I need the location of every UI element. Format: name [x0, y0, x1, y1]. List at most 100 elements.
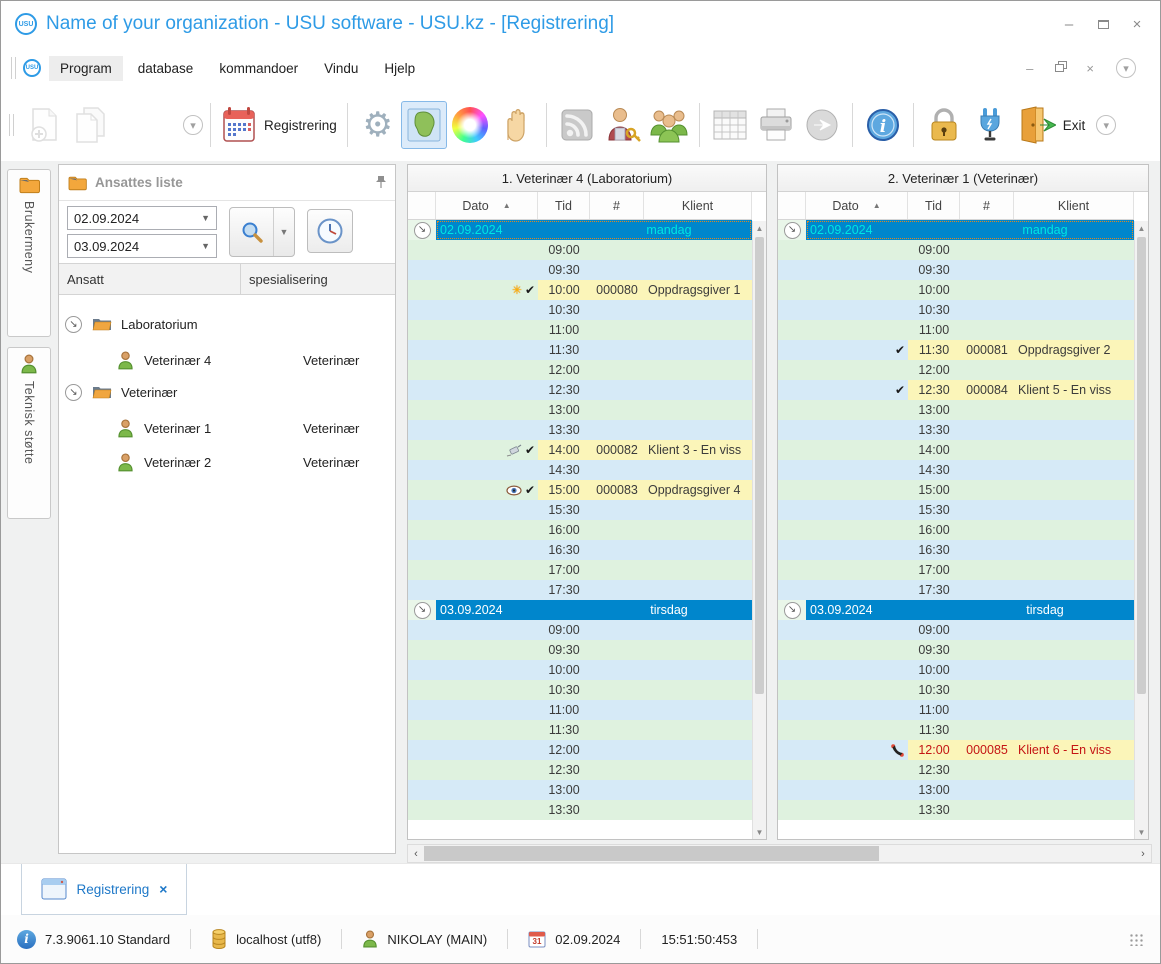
expand-icon[interactable]: ↘ — [783, 601, 801, 619]
schedule-slot-row[interactable]: 10:00 — [408, 660, 752, 680]
search-button[interactable] — [230, 208, 274, 256]
date-row[interactable]: ↘ 03.09.2024 tirsdag — [778, 600, 1134, 620]
schedule-slot-row[interactable]: 15:30 — [408, 500, 752, 520]
schedule-slot-row[interactable]: 10:00 — [778, 280, 1134, 300]
schedule-slot-row[interactable]: 09:30 — [408, 640, 752, 660]
schedule-slot-row[interactable]: 12:00 — [778, 360, 1134, 380]
pin-icon[interactable] — [375, 175, 387, 190]
user-access-button[interactable] — [600, 101, 646, 149]
map-view-button[interactable] — [400, 101, 447, 149]
toolbar-overflow-left-button[interactable]: ▾ — [183, 115, 203, 135]
scrollbar-thumb[interactable] — [424, 846, 880, 861]
schedule-slot-row[interactable]: 16:00 — [778, 520, 1134, 540]
registrering-button[interactable]: Registrering — [218, 101, 340, 149]
column-ansatt[interactable]: Ansatt — [59, 264, 241, 294]
sidetab-teknisk-stotte[interactable]: Teknisk støtte — [7, 347, 51, 519]
column-number[interactable]: # — [960, 192, 1014, 219]
scrollbar-thumb[interactable] — [755, 237, 764, 695]
schedule-time-button[interactable] — [307, 209, 353, 253]
schedule-slot-row[interactable]: 12:00 000085 Klient 6 - En viss — [778, 740, 1134, 760]
schedule-slot-row[interactable]: 16:00 — [408, 520, 752, 540]
sidetab-brukermeny[interactable]: Brukermeny — [7, 169, 51, 337]
date-row[interactable]: ↘ 02.09.2024 mandag — [778, 220, 1134, 240]
print-button[interactable] — [753, 101, 799, 149]
copy-document-button[interactable] — [67, 101, 113, 149]
schedule-slot-row[interactable]: 13:30 — [778, 800, 1134, 820]
schedule-slot-row[interactable]: 12:30 — [408, 760, 752, 780]
group-button[interactable] — [646, 101, 692, 149]
scroll-right-icon[interactable]: › — [1135, 848, 1151, 860]
column-spesialisering[interactable]: spesialisering — [241, 264, 395, 294]
schedule-slot-row[interactable]: ✔ 14:00 000082 Klient 3 - En viss — [408, 440, 752, 460]
scroll-down-icon[interactable]: ▼ — [753, 825, 766, 839]
schedule-slot-row[interactable]: 10:30 — [408, 680, 752, 700]
exit-button[interactable]: Exit — [1013, 101, 1089, 149]
lock-button[interactable] — [921, 101, 967, 149]
column-number[interactable]: # — [590, 192, 644, 219]
menu-program[interactable]: Program — [49, 55, 123, 81]
schedule-slot-row[interactable]: ✔ 12:30 000084 Klient 5 - En viss — [778, 380, 1134, 400]
schedule-slot-row[interactable]: 14:30 — [408, 460, 752, 480]
search-options-button[interactable]: ▼ — [274, 208, 294, 256]
schedule-slot-row[interactable]: 09:30 — [778, 260, 1134, 280]
tree-group[interactable]: ↘ Laboratorium — [65, 309, 391, 339]
schedule-slot-row[interactable]: 11:30 — [778, 720, 1134, 740]
schedule-slot-row[interactable]: 16:30 — [408, 540, 752, 560]
schedule-slot-row[interactable]: 09:00 — [408, 240, 752, 260]
schedule-slot-row[interactable]: 17:00 — [778, 560, 1134, 580]
column-tid[interactable]: Tid — [908, 192, 960, 219]
tree-employee[interactable]: Veterinær 2 Veterinær — [65, 445, 391, 479]
expand-icon[interactable]: ↘ — [413, 221, 431, 239]
menu-hjelp[interactable]: Hjelp — [373, 56, 426, 81]
settings-button[interactable]: ⚙ — [355, 101, 401, 149]
schedule-slot-row[interactable]: 13:30 — [778, 420, 1134, 440]
schedule-slot-row[interactable]: 11:00 — [778, 320, 1134, 340]
table-view-button[interactable] — [707, 101, 753, 149]
schedule-slot-row[interactable]: ✔ 11:30 000081 Oppdragsgiver 2 — [778, 340, 1134, 360]
menu-kommandoer[interactable]: kommandoer — [208, 56, 309, 81]
mdi-minimize-button[interactable]: – — [1026, 61, 1033, 76]
schedule-slot-row[interactable]: 15:30 — [778, 500, 1134, 520]
schedule-slot-row[interactable]: 13:00 — [408, 400, 752, 420]
mdi-close-button[interactable]: × — [1086, 61, 1094, 76]
resize-grip[interactable] — [1128, 932, 1144, 946]
schedule-slot-row[interactable]: 15:00 — [778, 480, 1134, 500]
go-button[interactable] — [799, 101, 845, 149]
schedule-slot-row[interactable]: 14:00 — [778, 440, 1134, 460]
schedule-slot-row[interactable]: 13:00 — [778, 780, 1134, 800]
schedule-slot-row[interactable]: 10:30 — [778, 300, 1134, 320]
date-to-select[interactable]: 03.09.2024 ▼ — [67, 234, 217, 258]
schedule-slot-row[interactable]: 11:00 — [778, 700, 1134, 720]
new-document-button[interactable] — [21, 101, 67, 149]
mdi-restore-button[interactable] — [1055, 64, 1065, 72]
column-dato[interactable]: Dato ▲ — [436, 192, 538, 219]
menu-database[interactable]: database — [127, 56, 205, 81]
menu-overflow-button[interactable]: ▾ — [1116, 58, 1136, 78]
schedule-slot-row[interactable]: ✔ 15:00 000083 Oppdragsgiver 4 — [408, 480, 752, 500]
toolbar-overflow-right-button[interactable]: ▾ — [1096, 115, 1117, 135]
tree-group[interactable]: ↘ Veterinær — [65, 377, 391, 407]
schedule-slot-row[interactable]: 11:00 — [408, 320, 752, 340]
scroll-up-icon[interactable]: ▲ — [1135, 221, 1148, 235]
disconnect-button[interactable] — [967, 101, 1013, 149]
schedule-slot-row[interactable]: 12:00 — [408, 740, 752, 760]
schedule-slot-row[interactable]: 17:30 — [408, 580, 752, 600]
schedule-slot-row[interactable]: 11:00 — [408, 700, 752, 720]
tree-employee[interactable]: Veterinær 1 Veterinær — [65, 411, 391, 445]
tree-employee[interactable]: Veterinær 4 Veterinær — [65, 343, 391, 377]
schedule-slot-row[interactable]: 09:00 — [778, 620, 1134, 640]
schedule-slot-row[interactable]: 13:30 — [408, 420, 752, 440]
scrollbar-thumb[interactable] — [1137, 237, 1146, 695]
schedule-slot-row[interactable]: 09:30 — [408, 260, 752, 280]
minimize-button[interactable]: – — [1060, 15, 1078, 33]
expand-icon[interactable]: ↘ — [65, 383, 82, 401]
info-button[interactable]: i — [860, 101, 906, 149]
schedule-slot-row[interactable]: 11:30 — [408, 340, 752, 360]
vertical-scrollbar[interactable]: ▲ ▼ — [752, 221, 766, 839]
schedule-slot-row[interactable]: 17:30 — [778, 580, 1134, 600]
expand-icon[interactable]: ↘ — [65, 315, 82, 333]
date-from-select[interactable]: 02.09.2024 ▼ — [67, 206, 217, 230]
scroll-left-icon[interactable]: ‹ — [408, 848, 424, 860]
column-dato[interactable]: Dato ▲ — [806, 192, 908, 219]
scroll-down-icon[interactable]: ▼ — [1135, 825, 1148, 839]
